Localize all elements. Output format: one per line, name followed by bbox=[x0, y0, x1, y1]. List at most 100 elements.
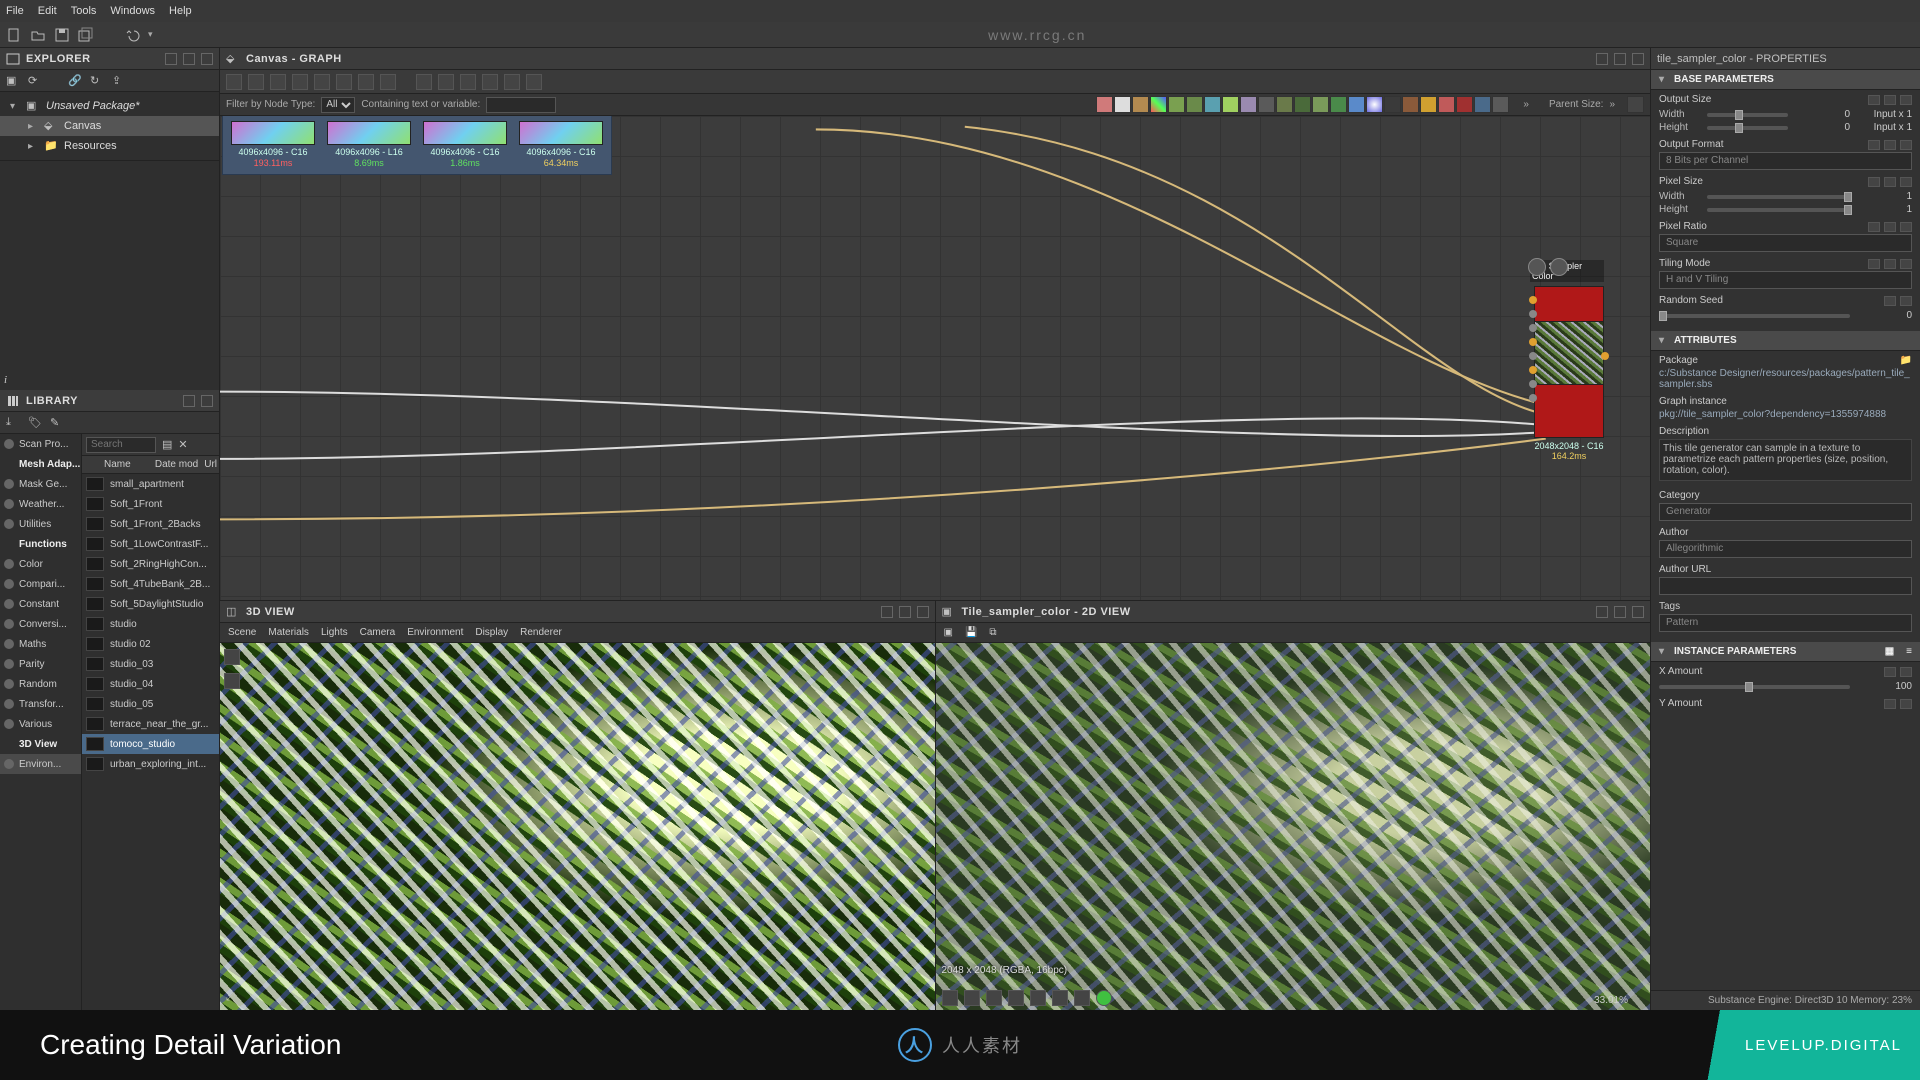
library-category[interactable]: 3D View bbox=[0, 734, 81, 754]
library-category[interactable]: Transfor... bbox=[0, 694, 81, 714]
swatch-icon[interactable] bbox=[1294, 96, 1311, 113]
reset-icon[interactable] bbox=[1884, 177, 1896, 187]
input-port[interactable] bbox=[1529, 296, 1537, 304]
library-category[interactable]: Constant bbox=[0, 594, 81, 614]
swatch-icon[interactable] bbox=[1402, 96, 1419, 113]
output-port[interactable] bbox=[1601, 352, 1609, 360]
swatch-icon[interactable] bbox=[1366, 96, 1383, 113]
undo-icon[interactable] bbox=[124, 27, 140, 43]
refresh-icon[interactable]: ⟳ bbox=[28, 74, 42, 88]
width-slider[interactable] bbox=[1707, 113, 1788, 117]
author-url-value[interactable] bbox=[1659, 577, 1912, 595]
library-category[interactable]: Weather... bbox=[0, 494, 81, 514]
list-item[interactable]: terrace_near_the_gr... bbox=[82, 714, 219, 734]
close-icon[interactable] bbox=[917, 606, 929, 618]
library-category[interactable]: Mask Ge... bbox=[0, 474, 81, 494]
col-date[interactable]: Date mod bbox=[155, 459, 198, 470]
pixel-icon[interactable] bbox=[1074, 990, 1090, 1006]
library-list[interactable]: small_apartmentSoft_1FrontSoft_1Front_2B… bbox=[82, 474, 219, 1010]
swatch-icon[interactable] bbox=[1096, 96, 1113, 113]
list-item[interactable]: Soft_4TubeBank_2B... bbox=[82, 574, 219, 594]
menu-icon[interactable] bbox=[1900, 667, 1912, 677]
copy-icon[interactable]: ⧉ bbox=[989, 627, 996, 638]
import-icon[interactable]: ⤓ bbox=[6, 416, 20, 430]
library-category[interactable]: Various bbox=[0, 714, 81, 734]
reset-icon[interactable] bbox=[1884, 699, 1896, 709]
wand-icon[interactable] bbox=[482, 74, 498, 90]
filter-icon[interactable]: ▤ bbox=[162, 438, 172, 451]
export-icon[interactable]: ⇪ bbox=[112, 74, 126, 88]
section-attributes[interactable]: ATTRIBUTES bbox=[1651, 331, 1920, 351]
node-top-icon[interactable] bbox=[1528, 258, 1546, 276]
input-port[interactable] bbox=[1529, 324, 1537, 332]
pin-icon[interactable] bbox=[1596, 606, 1608, 618]
tag-icon[interactable]: 🏷 bbox=[28, 416, 42, 430]
swatch-icon[interactable] bbox=[1384, 96, 1401, 113]
info-icon[interactable] bbox=[1030, 990, 1046, 1006]
menu-icon[interactable] bbox=[1900, 699, 1912, 709]
close-icon[interactable] bbox=[201, 53, 213, 65]
menu-windows[interactable]: Windows bbox=[110, 5, 155, 17]
menu-scene[interactable]: Scene bbox=[228, 627, 256, 638]
menu-icon[interactable] bbox=[1900, 259, 1912, 269]
view-3d-canvas[interactable]: ⤢ bbox=[220, 643, 935, 1010]
menu-icon[interactable] bbox=[1900, 222, 1912, 232]
list-item[interactable]: Soft_1Front bbox=[82, 494, 219, 514]
clear-icon[interactable]: ✕ bbox=[178, 438, 187, 451]
fit-icon[interactable] bbox=[336, 74, 352, 90]
tile-icon[interactable] bbox=[1008, 990, 1024, 1006]
swatch-icon[interactable] bbox=[1132, 96, 1149, 113]
list-item[interactable]: studio 02 bbox=[82, 634, 219, 654]
input-port[interactable] bbox=[1529, 366, 1537, 374]
swatch-icon[interactable] bbox=[1240, 96, 1257, 113]
new-package-icon[interactable]: ▣ bbox=[6, 74, 20, 88]
swatch-icon[interactable] bbox=[1114, 96, 1131, 113]
list-item[interactable]: Soft_1LowContrastF... bbox=[82, 534, 219, 554]
tiling-mode-select[interactable]: H and V Tiling bbox=[1659, 271, 1912, 289]
maximize-icon[interactable] bbox=[1614, 606, 1626, 618]
open-icon[interactable]: ▣ bbox=[944, 627, 953, 638]
menu-lights[interactable]: Lights bbox=[321, 627, 348, 638]
info-icon[interactable]: i bbox=[4, 374, 7, 386]
axis-icon[interactable]: ⤢ bbox=[226, 991, 235, 1004]
menu-edit[interactable]: Edit bbox=[38, 5, 57, 17]
list-item[interactable]: Soft_5DaylightStudio bbox=[82, 594, 219, 614]
swatch-icon[interactable] bbox=[1438, 96, 1455, 113]
pin-icon[interactable] bbox=[165, 53, 177, 65]
chevron-right-icon[interactable] bbox=[28, 140, 38, 152]
tree-package[interactable]: ▣ Unsaved Package* bbox=[0, 96, 219, 116]
menu-help[interactable]: Help bbox=[169, 5, 192, 17]
maximize-icon[interactable] bbox=[1614, 53, 1626, 65]
px-width-slider[interactable] bbox=[1707, 195, 1850, 199]
camera-icon[interactable] bbox=[224, 649, 240, 665]
graph-node-thumb[interactable]: 4096x4096 - C16193.11ms bbox=[229, 121, 317, 168]
list-item[interactable]: Soft_1Front_2Backs bbox=[82, 514, 219, 534]
px-height-slider[interactable] bbox=[1707, 208, 1850, 212]
input-port[interactable] bbox=[1529, 338, 1537, 346]
menu-icon[interactable] bbox=[1900, 140, 1912, 150]
section-base-parameters[interactable]: BASE PARAMETERS bbox=[1651, 70, 1920, 90]
library-category[interactable]: Environ... bbox=[0, 754, 81, 774]
reset-icon[interactable] bbox=[1884, 667, 1896, 677]
swatch-icon[interactable] bbox=[1204, 96, 1221, 113]
close-icon[interactable] bbox=[201, 395, 213, 407]
snapshot-icon[interactable] bbox=[270, 74, 286, 90]
light-icon[interactable] bbox=[224, 673, 240, 689]
col-url[interactable]: Url bbox=[204, 459, 217, 470]
graph-canvas[interactable]: 4096x4096 - C16193.11ms4096x4096 - L168.… bbox=[220, 116, 1650, 600]
node-group[interactable]: 4096x4096 - C16193.11ms4096x4096 - L168.… bbox=[222, 116, 612, 175]
pixel-ratio-select[interactable]: Square bbox=[1659, 234, 1912, 252]
swatch-icon[interactable] bbox=[1312, 96, 1329, 113]
node-tile-sampler-color[interactable]: Tile Sampler Color 2048x2048 - C16 164.2… bbox=[1534, 286, 1604, 461]
move-icon[interactable] bbox=[248, 74, 264, 90]
list-item[interactable]: tomoco_studio bbox=[82, 734, 219, 754]
pin-icon[interactable] bbox=[1596, 53, 1608, 65]
align-icon[interactable] bbox=[358, 74, 374, 90]
section-instance-parameters[interactable]: INSTANCE PARAMETERS▦≡ bbox=[1651, 642, 1920, 662]
library-category[interactable]: Parity bbox=[0, 654, 81, 674]
library-category[interactable]: Scan Pro... bbox=[0, 434, 81, 454]
filter-text-input[interactable] bbox=[486, 97, 556, 113]
open-icon[interactable] bbox=[30, 27, 46, 43]
link-icon[interactable] bbox=[1868, 177, 1880, 187]
reset-icon[interactable] bbox=[1884, 140, 1896, 150]
